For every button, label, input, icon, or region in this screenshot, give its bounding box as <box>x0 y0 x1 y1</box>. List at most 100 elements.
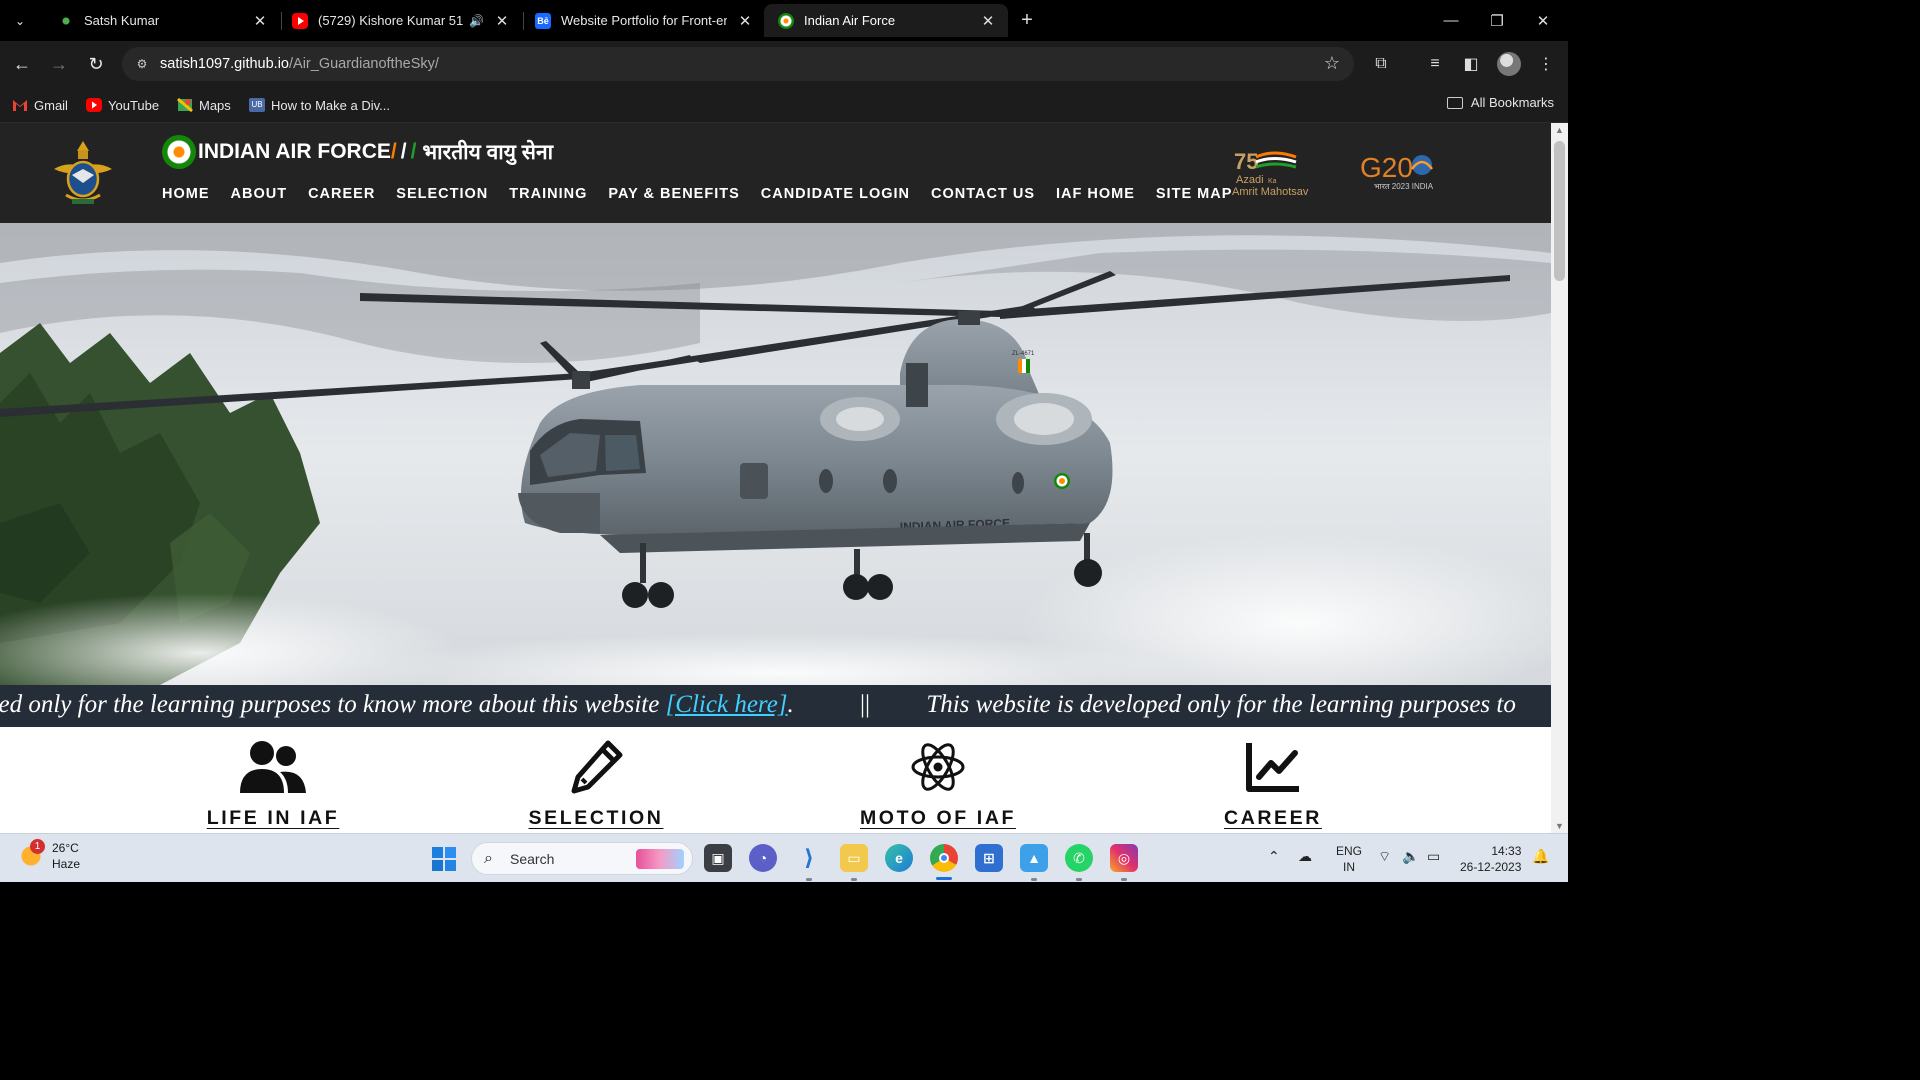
hero-helicopter-image: INDIAN AIR FORCE ZL-4671 <box>0 223 1551 685</box>
pencil-icon <box>571 740 623 794</box>
scrollbar-thumb[interactable] <box>1554 141 1565 281</box>
back-arrow-icon[interactable]: ← <box>8 50 36 78</box>
taskbar-search-box[interactable]: ⌕ Search <box>471 842 693 875</box>
side-panel-icon[interactable]: ◧ <box>1459 52 1483 76</box>
photos-icon[interactable]: ▲ <box>1020 844 1048 872</box>
restore-icon[interactable]: ❐ <box>1474 0 1520 41</box>
nav-site-map[interactable]: SITE MAP <box>1156 186 1232 202</box>
chinook-helicopter-scene: INDIAN AIR FORCE ZL-4671 <box>0 223 1551 685</box>
profile-avatar-icon[interactable] <box>1497 52 1521 76</box>
youtube-icon <box>292 12 308 29</box>
nav-home[interactable]: HOME <box>162 186 210 202</box>
nav-contact-us[interactable]: CONTACT US <box>931 186 1035 202</box>
url-host: satish1097.github.io <box>160 56 289 72</box>
bookmark-how-to-make-a-div[interactable]: UB How to Make a Div... <box>249 95 390 115</box>
microsoft-store-icon[interactable]: ⊞ <box>975 844 1003 872</box>
marquee-click-here-link[interactable]: [Click here] <box>666 691 788 718</box>
tab-search-dropdown-icon[interactable]: ⌄ <box>6 7 34 35</box>
feature-moto-of-iaf[interactable]: MOTO OF IAF <box>838 739 1038 830</box>
feature-career[interactable]: CAREER <box>1173 739 1373 830</box>
feature-links-row: LIFE IN IAF SELECTION MOTO OF IAF CAREER <box>0 727 1551 833</box>
chrome-icon[interactable] <box>930 844 958 872</box>
title-slash-green: / <box>410 140 417 163</box>
title-slash-saffron: / <box>390 140 397 163</box>
bookmark-star-icon[interactable]: ☆ <box>1324 53 1340 74</box>
tab-behance-portfolio[interactable]: Bē Website Portfolio for Front-end ✕ <box>521 4 765 37</box>
svg-text:Azadi: Azadi <box>1236 174 1264 186</box>
address-bar[interactable]: ⚙ satish1097.github.io /Air_Guardianofth… <box>122 47 1354 81</box>
behance-icon: Bē <box>535 12 551 29</box>
nav-about[interactable]: ABOUT <box>231 186 288 202</box>
forward-arrow-icon[interactable]: → <box>45 50 73 78</box>
reload-icon[interactable]: ↻ <box>82 50 110 78</box>
tab-youtube[interactable]: (5729) Kishore Kumar 51 Hi 🔊 ✕ <box>278 4 522 37</box>
site-favicon-icon: UB <box>249 98 265 112</box>
bookmark-gmail[interactable]: Gmail <box>12 95 68 115</box>
bookmark-youtube[interactable]: YouTube <box>86 95 159 115</box>
page-scrollbar[interactable]: ▲ ▼ <box>1551 123 1568 833</box>
close-icon[interactable]: ✕ <box>735 12 755 30</box>
onedrive-status-icon[interactable]: ☁ <box>1298 848 1312 865</box>
feature-life-in-iaf[interactable]: LIFE IN IAF <box>173 739 373 830</box>
vscode-icon[interactable]: ⟩ <box>795 844 823 872</box>
close-icon[interactable]: ✕ <box>250 12 270 30</box>
new-tab-plus-icon[interactable]: + <box>1015 8 1039 32</box>
bookmark-label: How to Make a Div... <box>271 97 390 113</box>
scroll-up-arrow-icon[interactable]: ▲ <box>1555 125 1564 135</box>
window-close-icon[interactable]: ✕ <box>1520 0 1566 41</box>
input-language-indicator[interactable]: ENG IN <box>1336 843 1362 875</box>
title-slash-white: / <box>400 140 407 163</box>
marquee-separator: || <box>860 691 871 718</box>
app-active-indicator <box>936 877 952 880</box>
speaker-icon[interactable]: 🔊 <box>469 14 484 28</box>
media-control-icon[interactable]: ≡ <box>1423 52 1447 76</box>
edge-icon[interactable]: e <box>885 844 913 872</box>
system-clock[interactable]: 14:33 26-12-2023 <box>1460 843 1521 875</box>
nav-candidate-login[interactable]: CANDIDATE LOGIN <box>761 186 910 202</box>
close-icon[interactable]: ✕ <box>492 12 512 30</box>
nav-career[interactable]: CAREER <box>308 186 375 202</box>
g20-india-logo: G20 भारत 2023 INDIA <box>1360 152 1434 191</box>
task-view-icon[interactable]: ▣ <box>704 844 732 872</box>
chevron-up-icon[interactable]: ⌃ <box>1268 848 1280 865</box>
windows-start-icon[interactable] <box>432 847 456 871</box>
main-nav: HOME ABOUT CAREER SELECTION TRAINING PAY… <box>162 186 1253 202</box>
nav-training[interactable]: TRAINING <box>509 186 587 202</box>
wifi-icon[interactable]: ⌔ <box>1378 848 1391 866</box>
chat-icon[interactable]: ◔ <box>749 844 777 872</box>
site-info-icon[interactable]: ⚙ <box>134 57 150 71</box>
whatsapp-icon[interactable]: ✆ <box>1065 844 1093 872</box>
battery-icon[interactable]: ▭ <box>1427 848 1440 865</box>
weather-widget[interactable]: 1 26°C Haze <box>18 839 80 872</box>
all-bookmarks-button[interactable]: All Bookmarks <box>1446 95 1554 110</box>
minimize-icon[interactable]: — <box>1428 0 1474 41</box>
scroll-down-arrow-icon[interactable]: ▼ <box>1555 821 1564 831</box>
feature-selection[interactable]: SELECTION <box>496 739 696 830</box>
atom-icon <box>911 743 965 791</box>
instagram-icon[interactable]: ◎ <box>1110 844 1138 872</box>
screen: ⌄ Satsh Kumar ✕ (5729) Kishore Kumar 51 … <box>0 0 1568 882</box>
notification-bell-icon[interactable]: 🔔 <box>1532 848 1549 865</box>
browser-tabstrip: ⌄ Satsh Kumar ✕ (5729) Kishore Kumar 51 … <box>0 0 1568 41</box>
taskbar-search-placeholder: Search <box>510 850 555 867</box>
volume-icon[interactable]: 🔈 <box>1402 848 1419 865</box>
page-viewport: INDIAN AIR FORCE / / / भारतीय वायु सेना … <box>0 123 1551 833</box>
site-title-english: INDIAN AIR FORCE <box>198 140 391 163</box>
search-highlight-decoration <box>636 849 684 869</box>
bookmark-label: Maps <box>199 97 231 113</box>
iaf-emblem-icon <box>54 141 112 204</box>
sun-haze-icon: 1 <box>18 839 45 869</box>
nav-pay-benefits[interactable]: PAY & BENEFITS <box>608 186 739 202</box>
nav-selection[interactable]: SELECTION <box>396 186 488 202</box>
tab-satsh-kumar[interactable]: Satsh Kumar ✕ <box>44 4 280 37</box>
kebab-menu-icon[interactable]: ⋮ <box>1534 52 1558 76</box>
feature-label: LIFE IN IAF <box>206 807 340 829</box>
lang-code: ENG <box>1336 844 1363 858</box>
tab-indian-air-force[interactable]: Indian Air Force ✕ <box>764 4 1008 37</box>
close-icon[interactable]: ✕ <box>978 12 998 30</box>
bookmark-maps[interactable]: Maps <box>177 95 231 115</box>
file-explorer-icon[interactable]: ▭ <box>840 844 868 872</box>
svg-text:भारत 2023 INDIA: भारत 2023 INDIA <box>1374 182 1434 191</box>
nav-iaf-home[interactable]: IAF HOME <box>1056 186 1135 202</box>
extensions-puzzle-icon[interactable]: ⧉ <box>1369 52 1393 76</box>
